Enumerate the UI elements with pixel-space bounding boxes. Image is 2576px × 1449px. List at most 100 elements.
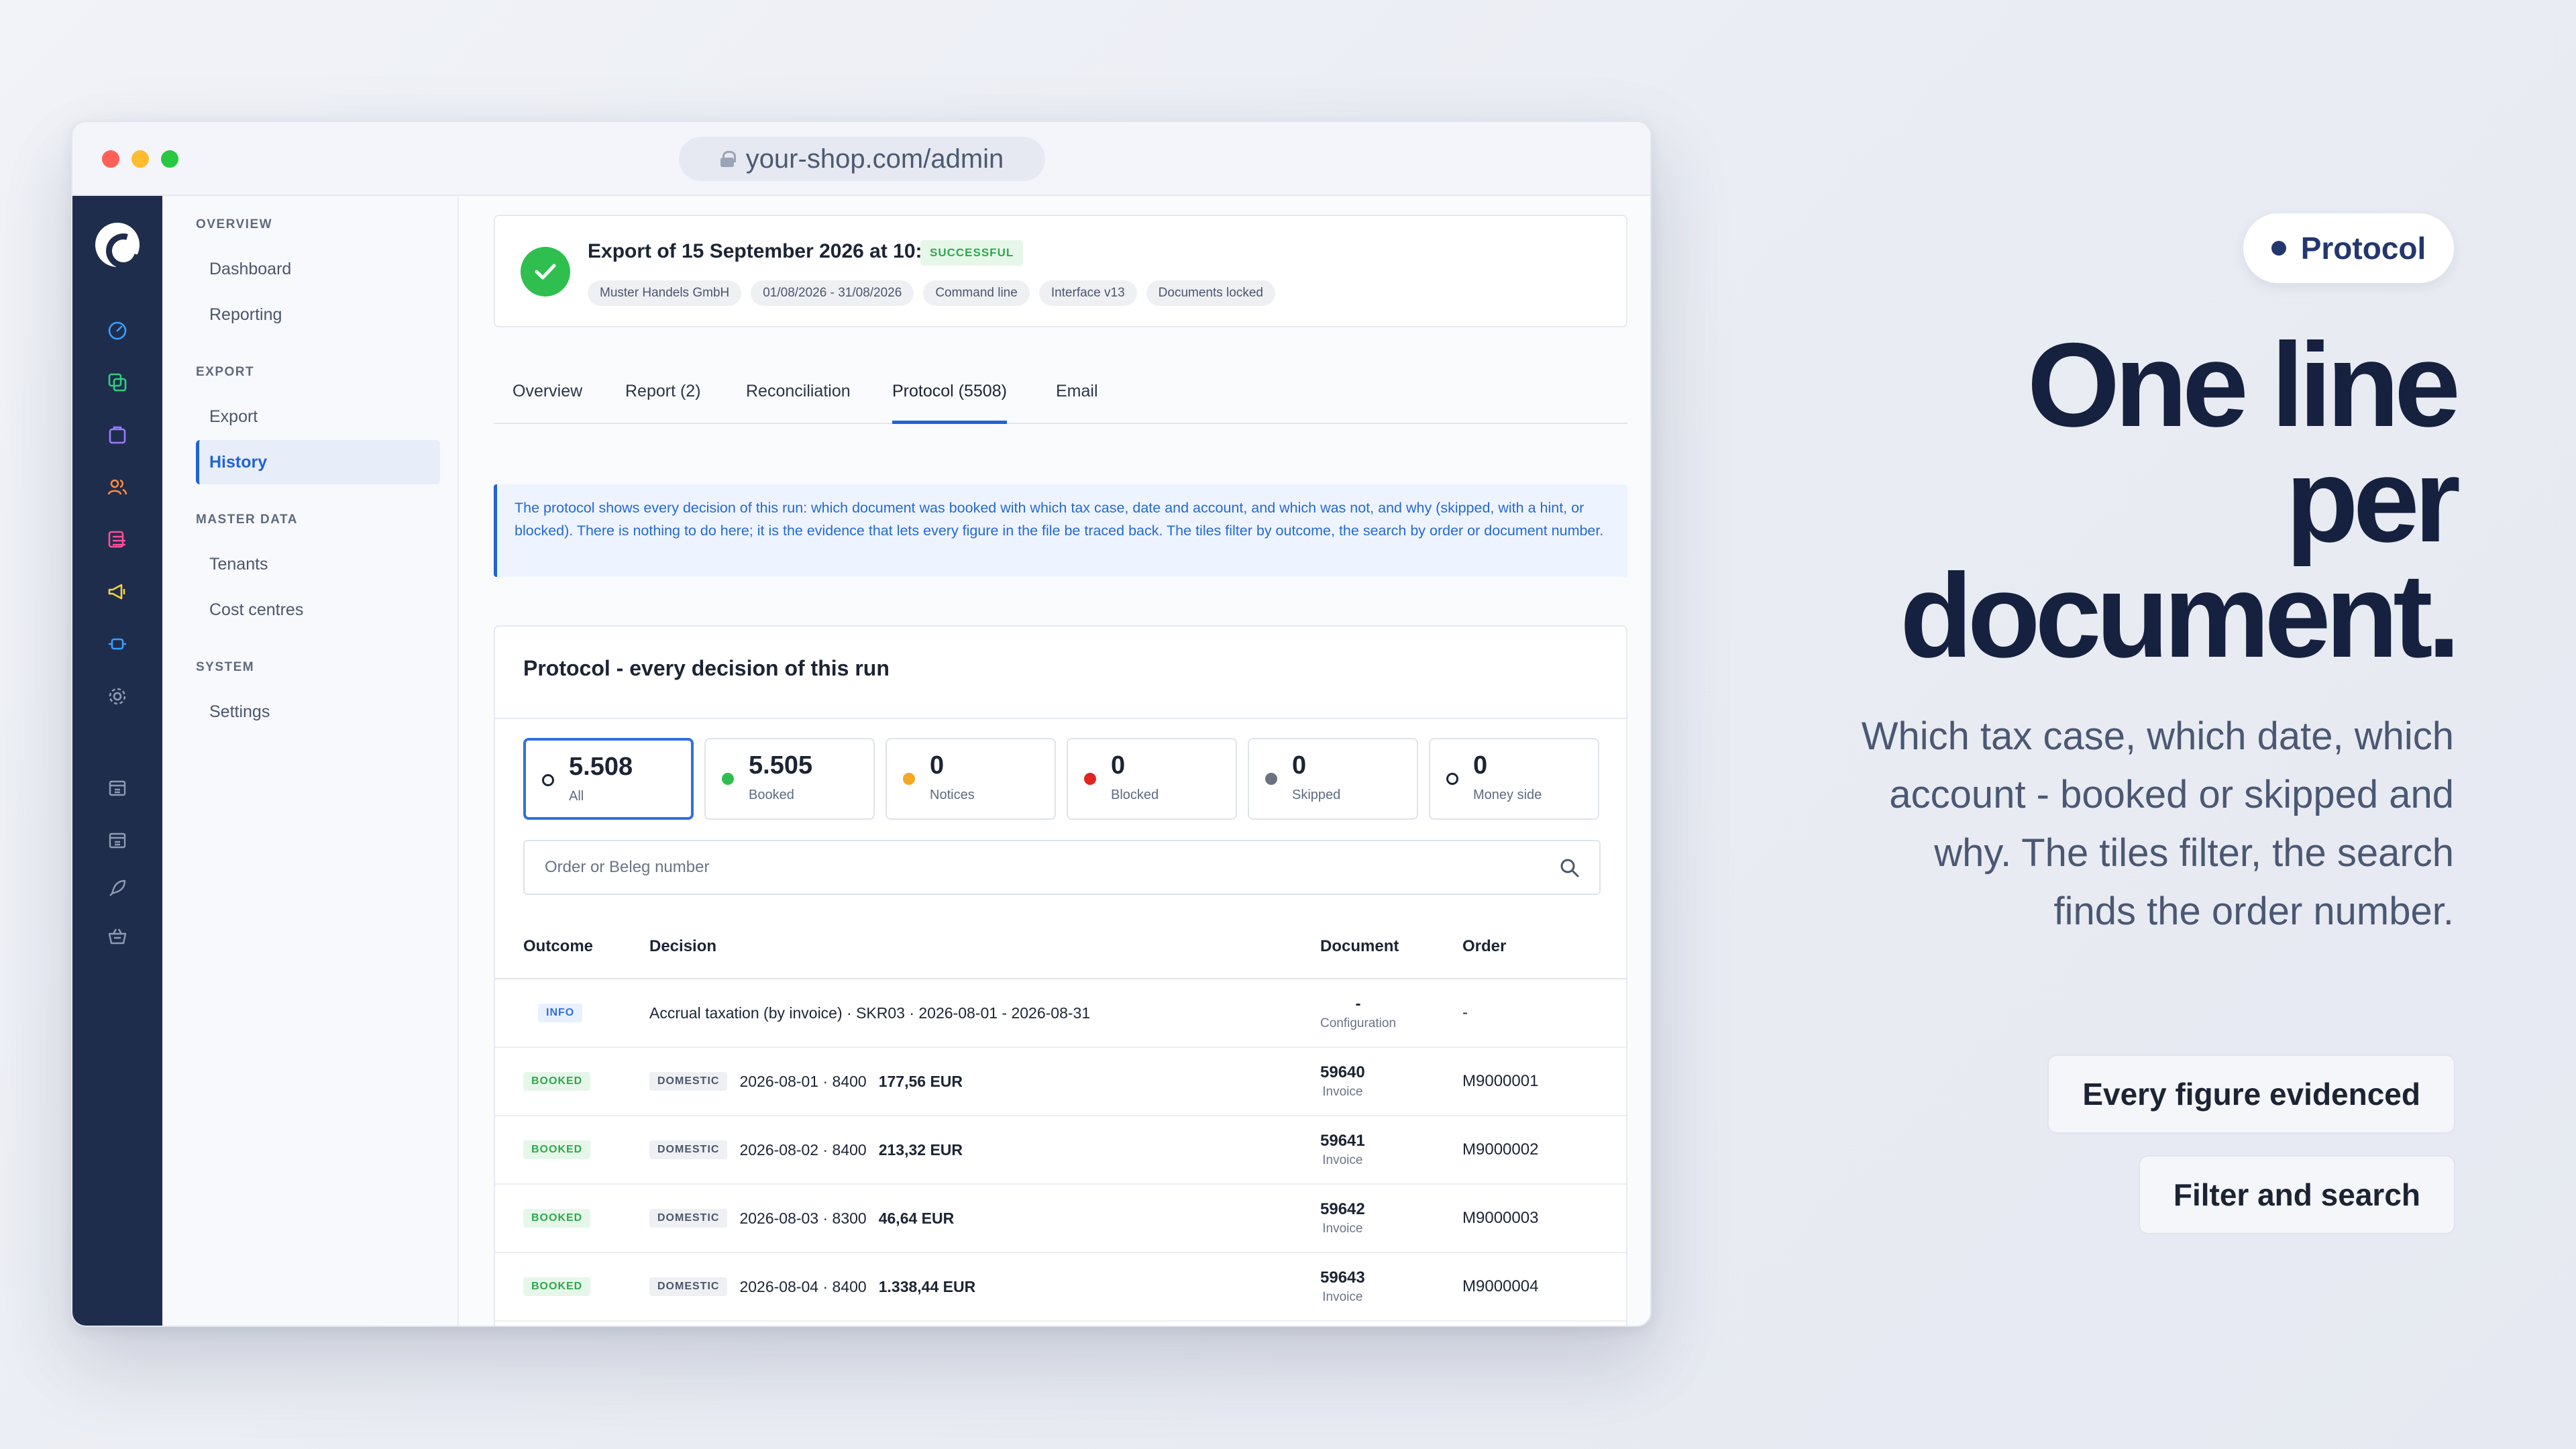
table-row[interactable]: BOOKED DOMESTIC 2026-08-03 · 8300 46,64 EU…	[495, 1185, 1626, 1253]
status-dot-icon	[722, 773, 734, 785]
table-row[interactable]: BOOKED DOMESTIC 2026-08-02 · 8400 213,32 E…	[495, 1116, 1626, 1185]
sidebar-item-tenants[interactable]: Tenants	[196, 542, 440, 586]
tile-label: Notices	[930, 788, 975, 802]
decision-text: 2026-08-02 · 8400	[739, 1140, 867, 1159]
tab-bar: Overview Report (2) Reconciliation Proto…	[494, 370, 1627, 424]
sales-channel-icon[interactable]	[107, 777, 128, 798]
headline: One line per document.	[1717, 325, 2461, 676]
filter-tile-notices[interactable]: 0 Notices	[885, 738, 1056, 820]
minimize-window-button[interactable]	[131, 150, 149, 168]
amount: 177,56 EUR	[878, 1072, 963, 1090]
sidebar-item-settings[interactable]: Settings	[196, 690, 440, 734]
lock-icon	[720, 151, 736, 167]
search-field[interactable]	[523, 840, 1601, 895]
order-number[interactable]: M9000002	[1462, 1140, 1538, 1159]
tab-report[interactable]: Report (2)	[625, 370, 701, 424]
catalog-icon[interactable]	[107, 372, 128, 393]
tile-label: All	[569, 789, 584, 804]
filter-tile-booked[interactable]: 5.505 Booked	[704, 738, 875, 820]
rocket-icon[interactable]	[107, 877, 128, 899]
tile-label: Money side	[1473, 788, 1542, 802]
tile-count: 0	[1111, 751, 1126, 780]
column-header-order[interactable]: Order	[1462, 914, 1506, 979]
main-content: Export of 15 September 2026 at 10:56 SUC…	[459, 196, 1650, 1326]
tab-overview[interactable]: Overview	[513, 370, 582, 424]
document-number[interactable]: 59641	[1320, 1132, 1365, 1150]
column-header-outcome[interactable]: Outcome	[523, 914, 593, 979]
status-dot-icon	[1084, 773, 1096, 785]
amount: 213,32 EUR	[878, 1140, 963, 1159]
tag-source: Command line	[923, 280, 1030, 306]
feature-button-evidenced[interactable]: Every figure evidenced	[2047, 1055, 2455, 1134]
panel-title: Protocol - every decision of this run	[523, 656, 890, 680]
tile-label: Skipped	[1292, 788, 1341, 802]
tile-label: Booked	[749, 788, 794, 802]
column-header-document[interactable]: Document	[1320, 914, 1399, 979]
outcome-badge: BOOKED	[523, 1140, 591, 1159]
order-number[interactable]: M9000003	[1462, 1209, 1538, 1228]
document-type: Invoice	[1322, 1222, 1363, 1236]
sidebar-nav: OVERVIEW Dashboard Reporting EXPORT Expo…	[162, 196, 459, 1326]
document-number[interactable]: 59643	[1320, 1269, 1365, 1287]
tax-case-badge: DOMESTIC	[649, 1277, 728, 1296]
filter-tile-skipped[interactable]: 0 Skipped	[1248, 738, 1418, 820]
settings-icon[interactable]	[107, 686, 128, 707]
table-row[interactable]: BOOKED DOMESTIC 2026-08-01 · 8400 177,56 E…	[495, 1048, 1626, 1116]
filter-tile-blocked[interactable]: 0 Blocked	[1067, 738, 1237, 820]
sidebar-item-dashboard[interactable]: Dashboard	[196, 247, 440, 291]
sidebar-item-export[interactable]: Export	[196, 394, 440, 439]
document-number[interactable]: 59642	[1320, 1200, 1365, 1219]
basket-icon[interactable]	[107, 926, 128, 947]
sidebar-item-cost-centres[interactable]: Cost centres	[196, 588, 440, 632]
order-number[interactable]: M9000001	[1462, 1072, 1538, 1091]
dashboard-icon[interactable]	[107, 319, 128, 341]
filter-tile-all[interactable]: 5.508 All	[523, 738, 694, 820]
table-row[interactable]: INFO Accrual taxation (by invoice) · SKR…	[495, 979, 1626, 1048]
orders-icon[interactable]	[107, 424, 128, 445]
status-dot-icon	[1446, 773, 1458, 785]
search-input[interactable]	[525, 841, 1599, 894]
protocol-panel: Protocol - every decision of this run 5.…	[494, 625, 1627, 1326]
export-title: Export of 15 September 2026 at 10:56	[588, 240, 945, 262]
content-icon[interactable]	[107, 529, 128, 550]
extensions-icon[interactable]	[107, 633, 128, 655]
column-header-decision[interactable]: Decision	[649, 914, 716, 979]
document-type: Configuration	[1320, 1016, 1397, 1030]
sales-channel-icon[interactable]	[107, 829, 128, 851]
sidebar-item-reporting[interactable]: Reporting	[196, 292, 440, 337]
filter-tile-money-side[interactable]: 0 Money side	[1429, 738, 1599, 820]
amount: 46,64 EUR	[878, 1209, 955, 1227]
tax-case-badge: DOMESTIC	[649, 1209, 728, 1228]
document-number: -	[1355, 995, 1361, 1013]
tax-case-badge: DOMESTIC	[649, 1140, 728, 1159]
decision-text: 2026-08-01 · 8400	[739, 1072, 867, 1090]
address-bar[interactable]: your-shop.com/admin	[679, 137, 1045, 181]
outcome-badge: INFO	[538, 1004, 583, 1022]
search-icon[interactable]	[1559, 857, 1580, 879]
tag-period: 01/08/2026 - 31/08/2026	[751, 280, 914, 306]
marketing-icon[interactable]	[107, 581, 128, 602]
table-row[interactable]: BOOKED DOMESTIC 2026-08-04 · 8400 1.338,44…	[495, 1253, 1626, 1322]
customers-icon[interactable]	[107, 476, 128, 498]
url-text: your-shop.com/admin	[745, 144, 1004, 174]
export-summary-card: Export of 15 September 2026 at 10:56 SUC…	[494, 215, 1627, 327]
tab-reconciliation[interactable]: Reconciliation	[746, 370, 851, 424]
maximize-window-button[interactable]	[161, 150, 178, 168]
tile-count: 0	[1292, 751, 1307, 780]
decision-text: 2026-08-04 · 8400	[739, 1277, 867, 1295]
tab-protocol[interactable]: Protocol (5508)	[892, 370, 1007, 424]
outcome-badge: BOOKED	[523, 1072, 591, 1091]
close-window-button[interactable]	[102, 150, 119, 168]
nav-section-title: OVERVIEW	[196, 217, 273, 231]
tab-email[interactable]: Email	[1056, 370, 1098, 424]
subheadline: Which tax case, which date, which accoun…	[1861, 714, 2454, 933]
sidebar-item-history[interactable]: History	[196, 440, 440, 484]
document-number[interactable]: 59640	[1320, 1063, 1365, 1082]
tile-count: 5.505	[749, 751, 813, 780]
feature-button-filter-search[interactable]: Filter and search	[2138, 1155, 2455, 1234]
shop-logo-icon[interactable]	[95, 223, 140, 267]
headline-line: per	[2286, 433, 2461, 567]
order-number[interactable]: M9000004	[1462, 1277, 1538, 1296]
tile-count: 0	[930, 751, 945, 780]
chip-label: Protocol	[2300, 231, 2426, 266]
